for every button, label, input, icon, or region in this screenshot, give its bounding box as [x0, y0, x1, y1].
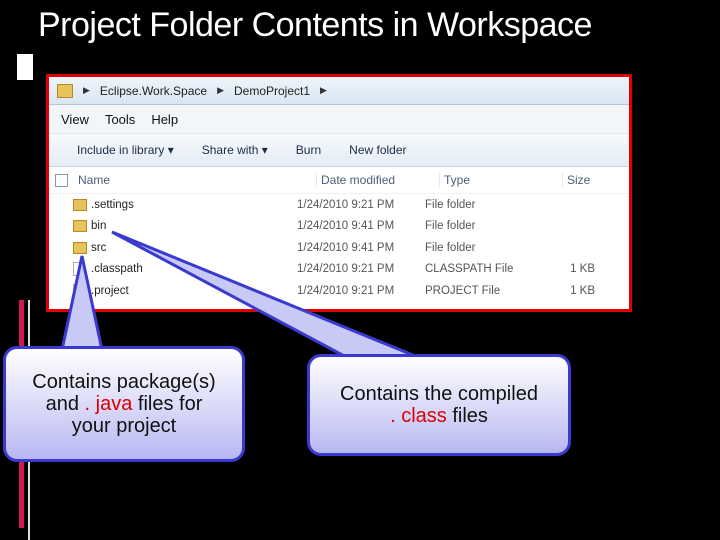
class-accent-text: . class	[390, 405, 447, 427]
callout-pointer-bin	[111, 230, 421, 360]
java-accent-text: . java	[84, 393, 133, 415]
callout-pointer-src	[60, 255, 104, 352]
callout-line: your project	[71, 415, 177, 437]
callout-line: Contains the compiled	[340, 383, 538, 405]
callout-line: Contains package(s)	[32, 371, 216, 393]
callout-line: and . java files for	[45, 393, 203, 415]
callout-bin-description: Contains the compiled . class files	[307, 354, 571, 456]
callout-src-description: Contains package(s) and . java files for…	[3, 346, 245, 462]
callout-line: . class files	[390, 405, 488, 427]
